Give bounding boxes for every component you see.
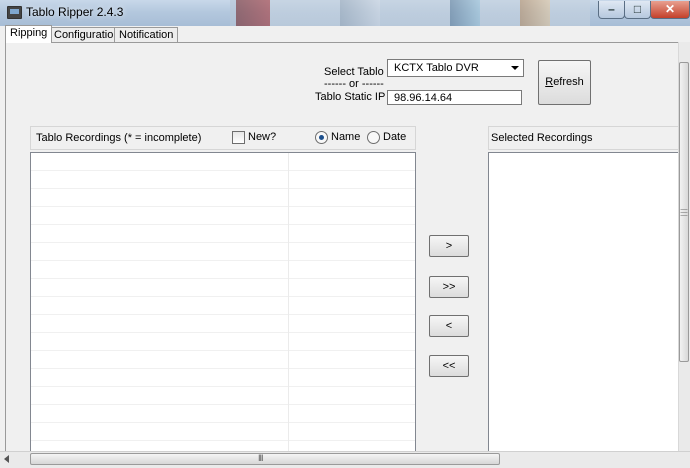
sort-by-date-radio[interactable]	[367, 131, 380, 144]
horizontal-grip-icon: III	[258, 453, 263, 463]
recordings-title: Tablo Recordings (* = incomplete)	[36, 132, 202, 144]
selected-recordings-title: Selected Recordings	[491, 132, 593, 144]
vertical-grip-icon: — — —	[680, 206, 688, 219]
arrow-left-icon[interactable]	[4, 455, 9, 463]
or-divider-label: ------ or ------	[324, 78, 384, 90]
remove-selected-button[interactable]: <	[429, 315, 469, 337]
refresh-button[interactable]: Refresh	[538, 60, 591, 105]
add-all-button[interactable]: >>	[429, 276, 469, 298]
static-ip-label: Tablo Static IP	[315, 91, 386, 103]
select-tablo-label: Select Tablo	[324, 66, 384, 78]
recordings-column-divider	[288, 153, 289, 451]
remove-all-button[interactable]: <<	[429, 355, 469, 377]
sort-by-name-label[interactable]: Name	[331, 131, 360, 143]
background-windows-strip	[230, 0, 590, 26]
maximize-button[interactable]: □	[624, 1, 651, 19]
tablo-select-value: KCTX Tablo DVR	[394, 62, 479, 74]
tv-icon	[7, 6, 22, 19]
tab-notification[interactable]: Notification	[114, 27, 179, 42]
window-title: Tablo Ripper 2.4.3	[26, 5, 124, 19]
sort-by-name-radio[interactable]	[315, 131, 328, 144]
minimize-button[interactable]: –	[598, 1, 625, 19]
add-selected-button[interactable]: >	[429, 235, 469, 257]
chevron-down-icon	[511, 66, 519, 70]
selected-recordings-list[interactable]	[488, 152, 679, 454]
sort-by-date-label[interactable]: Date	[383, 131, 406, 143]
horizontal-scroll-thumb[interactable]	[30, 453, 500, 465]
close-button[interactable]: ✕	[650, 1, 690, 19]
new-checkbox[interactable]	[232, 131, 245, 144]
tab-ripping[interactable]: Ripping	[5, 25, 53, 43]
recordings-list[interactable]	[30, 152, 416, 454]
tablo-select-dropdown[interactable]: KCTX Tablo DVR	[387, 59, 524, 77]
new-checkbox-label[interactable]: New?	[248, 131, 276, 143]
static-ip-input[interactable]	[387, 90, 522, 105]
